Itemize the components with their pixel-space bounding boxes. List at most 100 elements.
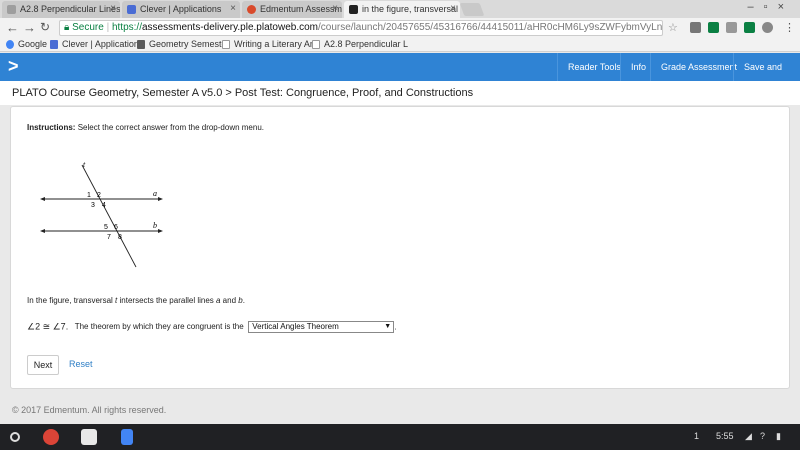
arrowhead — [40, 197, 45, 201]
statement-text: . — [242, 296, 245, 305]
angle-label: 1 — [87, 192, 91, 199]
battery-icon[interactable]: ▮ — [776, 431, 781, 442]
browser-tab-4[interactable]: in the figure, transversal × — [344, 1, 460, 18]
menu-icon[interactable]: ⋮ — [784, 21, 795, 34]
brainly-icon — [349, 5, 358, 14]
bookmark-item[interactable]: Geometry Semester — [137, 39, 230, 49]
close-icon[interactable]: × — [450, 3, 456, 14]
arrowhead — [158, 229, 163, 233]
browser-tab-1[interactable]: A2.8 Perpendicular Lines × — [2, 1, 120, 18]
clock[interactable]: 5:55 — [716, 431, 734, 441]
launcher-icon[interactable] — [10, 432, 20, 442]
statement-text: and — [220, 296, 239, 305]
google-icon — [6, 40, 14, 49]
instructions-label: Instructions: — [27, 123, 76, 132]
tab-title: A2.8 Perpendicular Lines — [20, 4, 120, 14]
bookmark-item[interactable]: Google — [6, 39, 47, 49]
bookmark-item[interactable]: Writing a Literary An — [222, 39, 315, 49]
angle-label: 3 — [91, 202, 95, 209]
reset-button[interactable]: Reset — [69, 359, 93, 369]
chevron-right-icon[interactable]: > — [8, 56, 19, 77]
secure-label: Secure — [72, 22, 104, 33]
extension-icon[interactable] — [744, 22, 755, 33]
bookmark-label: Writing a Literary An — [234, 39, 315, 49]
tab-strip: A2.8 Perpendicular Lines × Clever | Appl… — [0, 0, 800, 18]
browser-tab-3[interactable]: Edmentum Assessments × — [242, 1, 342, 18]
arrowhead — [158, 197, 163, 201]
congruence-statement: ∠2 ≅ ∠7. — [27, 321, 69, 332]
lock-icon: 🔒︎ — [64, 22, 70, 33]
bookmark-item[interactable]: Clever | Applications — [50, 39, 143, 49]
gmail-icon[interactable] — [81, 429, 97, 445]
new-tab-button[interactable] — [459, 3, 485, 16]
help-icon[interactable]: ? — [760, 431, 765, 441]
dropdown-selected-value: Vertical Angles Theorem — [252, 322, 339, 331]
instructions: Instructions: Select the correct answer … — [27, 123, 264, 132]
transversal-figure: t a b 1 2 3 4 5 6 7 8 — [40, 160, 163, 268]
tab-title: in the figure, transversal — [362, 4, 459, 14]
bookmarks-bar: Google Clever | Applications Geometry Se… — [0, 38, 800, 52]
question: ∠2 ≅ ∠7. The theorem by which they are c… — [27, 321, 396, 333]
angle-label: 2 — [97, 192, 101, 199]
close-icon[interactable]: × — [332, 3, 338, 14]
close-icon[interactable]: × — [110, 3, 116, 14]
extension-icon[interactable] — [726, 22, 737, 33]
page-title: PLATO Course Geometry, Semester A v5.0 >… — [12, 87, 474, 99]
extension-icon[interactable] — [708, 22, 719, 33]
statement-text: In the figure, transversal — [27, 296, 116, 305]
angle-label: 8 — [118, 234, 122, 241]
wifi-icon[interactable]: ◢ — [745, 431, 752, 442]
window-controls[interactable]: –▫× — [748, 1, 794, 13]
browser-tab-2[interactable]: Clever | Applications × — [122, 1, 240, 18]
transversal-t — [81, 164, 137, 268]
tab-title: Edmentum Assessments — [260, 4, 342, 14]
question-panel: Instructions: Select the correct answer … — [10, 106, 790, 389]
os-shelf: 1 5:55 ◢ ? ▮ — [0, 424, 800, 450]
chrome-icon[interactable] — [43, 429, 59, 445]
question-text: The theorem by which they are congruent … — [74, 322, 244, 332]
close-icon[interactable]: × — [230, 3, 236, 14]
line-label-a: a — [153, 189, 157, 198]
docs-icon[interactable] — [121, 429, 133, 445]
url-host: assessments-delivery.ple.platoweb.com — [141, 22, 318, 33]
angle-label: 4 — [102, 202, 106, 209]
edmentum-icon — [247, 5, 256, 14]
back-icon[interactable]: ← — [6, 20, 19, 35]
theorem-dropdown[interactable]: Vertical Angles Theorem ▼ — [248, 321, 395, 333]
bookmark-item[interactable]: A2.8 Perpendicular L — [312, 39, 408, 49]
line-label-b: b — [153, 221, 157, 230]
cast-icon[interactable] — [690, 22, 701, 33]
course-title-bar: PLATO Course Geometry, Semester A v5.0 >… — [0, 81, 800, 105]
angle-label: 5 — [104, 224, 108, 231]
bookmark-label: Google — [18, 39, 48, 49]
star-icon[interactable]: ☆ — [668, 21, 678, 34]
forward-icon[interactable]: → — [23, 20, 36, 35]
document-icon — [312, 40, 320, 49]
clever-icon — [127, 5, 136, 14]
url-input[interactable]: 🔒︎ Secure | https://assessments-delivery… — [59, 20, 663, 36]
extension-icon[interactable] — [762, 22, 773, 33]
url-scheme: https:// — [111, 22, 142, 33]
next-button[interactable]: Next — [27, 355, 59, 375]
instructions-text: Select the correct answer from the drop-… — [77, 123, 264, 132]
arrowhead — [40, 229, 45, 233]
app-header: > Reader Tools Info Grade Assessment Sav… — [0, 53, 800, 100]
save-and-exit-button[interactable]: Save and Exit — [733, 53, 800, 100]
bookmark-label: Clever | Applications — [62, 39, 144, 49]
url-path: /course/launch/20457655/45316766/4441501… — [318, 22, 663, 33]
question-end: . — [394, 322, 397, 332]
footer-copyright: © 2017 Edmentum. All rights reserved. — [12, 405, 167, 415]
problem-statement: In the figure, transversal t intersects … — [27, 296, 245, 305]
address-bar: ← → ↻ 🔒︎ Secure | https://assessments-de… — [0, 18, 800, 38]
folder-icon — [137, 40, 145, 49]
angle-label: 7 — [107, 234, 111, 241]
document-icon — [7, 5, 16, 14]
reload-icon[interactable]: ↻ — [40, 20, 50, 34]
chevron-down-icon: ▼ — [384, 323, 392, 330]
bookmark-label: A2.8 Perpendicular L — [324, 39, 409, 49]
statement-text: intersects the parallel lines — [117, 296, 216, 305]
angle-label: 6 — [114, 224, 118, 231]
transversal-label: t — [83, 160, 86, 169]
tab-title: Clever | Applications — [140, 4, 222, 14]
notification-count[interactable]: 1 — [694, 431, 699, 441]
